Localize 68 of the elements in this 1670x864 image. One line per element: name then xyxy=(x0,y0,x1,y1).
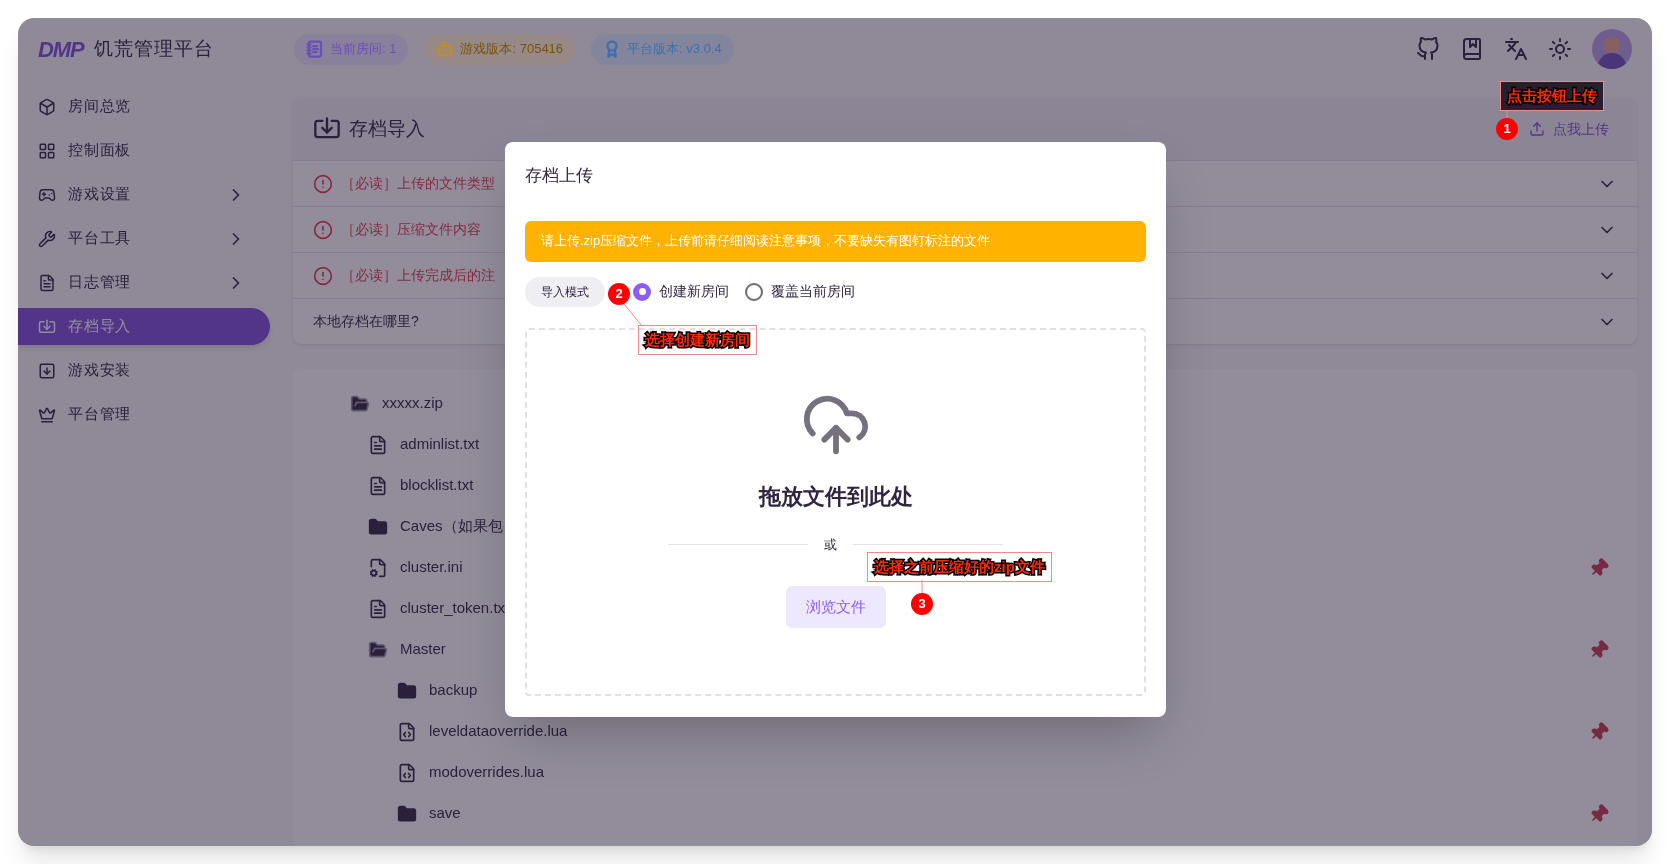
file-name: backup xyxy=(429,680,478,701)
radio-button[interactable] xyxy=(745,282,763,301)
file-name: save xyxy=(429,803,461,824)
sidebar-item[interactable]: 游戏设置 xyxy=(18,176,270,213)
version-badge: 游戏版本: 705416 xyxy=(424,33,576,65)
sidebar-item[interactable]: 存档导入 xyxy=(18,308,270,345)
translate-icon[interactable] xyxy=(1504,37,1528,61)
radio-option[interactable]: 覆盖当前房间 xyxy=(745,281,855,302)
mode-label: 导入模式 xyxy=(525,276,605,307)
callout-label: 点击按钮上传 xyxy=(1500,81,1604,111)
grid-icon xyxy=(38,141,56,160)
file-name: adminlist.txt xyxy=(400,434,480,455)
folder-icon xyxy=(368,516,388,537)
sidebar-item[interactable]: 日志管理 xyxy=(18,264,270,301)
leader-line xyxy=(921,579,923,595)
upload-icon xyxy=(1529,121,1545,137)
file-name: Master xyxy=(400,639,446,660)
open-folder-icon xyxy=(368,639,388,660)
app-title: 饥荒管理平台 xyxy=(94,36,215,61)
text-file-icon xyxy=(368,434,388,455)
crown-icon xyxy=(38,405,56,424)
sidebar-item[interactable]: 控制面板 xyxy=(18,132,270,169)
file-name: cluster_token.tx xyxy=(400,598,506,619)
sidebar-item[interactable]: 平台工具 xyxy=(18,220,270,257)
leader-line xyxy=(623,303,643,327)
callout-label: 选择之前压缩好的zip文件 xyxy=(867,552,1052,582)
github-icon[interactable] xyxy=(1416,37,1440,61)
wrench-icon xyxy=(38,229,56,248)
logo: DMP xyxy=(38,35,86,64)
code-file-icon xyxy=(397,721,417,742)
book-icon[interactable] xyxy=(1460,37,1484,61)
sun-icon[interactable] xyxy=(1548,37,1572,61)
text-file-icon xyxy=(368,598,388,619)
radio-button[interactable] xyxy=(633,282,651,301)
dialog-title: 存档上传 xyxy=(525,165,593,187)
text-file-icon xyxy=(368,475,388,496)
file-name: Caves（如果包 xyxy=(400,516,503,537)
alert-icon xyxy=(313,173,333,194)
config-file-icon xyxy=(368,557,388,578)
drop-title: 拖放文件到此处 xyxy=(758,482,913,511)
folder-icon xyxy=(397,680,417,701)
import-icon xyxy=(38,317,56,336)
callout-label: 选择创建新房间 xyxy=(638,325,757,355)
sidebar-item[interactable]: 房间总览 xyxy=(18,88,270,125)
file-name: xxxxx.zip xyxy=(382,393,443,414)
folder-icon xyxy=(397,803,417,824)
version-badge: 平台版本: v3.0.4 xyxy=(591,33,734,65)
alert-icon xyxy=(313,265,333,286)
document-icon xyxy=(38,273,56,292)
file-name: blocklist.txt xyxy=(400,475,474,496)
sidebar-item[interactable]: 平台管理 xyxy=(18,396,270,433)
leader-line xyxy=(1506,110,1508,120)
download-box-icon xyxy=(38,361,56,380)
code-file-icon xyxy=(397,762,417,783)
file-name: leveldataoverride.lua xyxy=(429,721,568,742)
or-text: 或 xyxy=(824,535,837,554)
sidebar-item[interactable]: 游戏安装 xyxy=(18,352,270,389)
avatar[interactable] xyxy=(1592,29,1632,69)
browse-button[interactable]: 浏览文件 xyxy=(785,586,886,628)
warning-banner: 请上传.zip压缩文件，上传前请仔细阅读注意事项，不要缺失有图钉标注的文件 xyxy=(525,220,1146,262)
open-folder-icon xyxy=(350,393,370,414)
upload-link[interactable]: 点我上传 xyxy=(1529,118,1609,140)
radio-option[interactable]: 创建新房间 xyxy=(633,281,729,302)
file-name: cluster.ini xyxy=(400,557,463,578)
alert-icon xyxy=(313,219,333,240)
file-name: modoverrides.lua xyxy=(429,762,545,783)
cube-icon xyxy=(38,97,56,116)
card-title: 存档导入 xyxy=(349,116,425,141)
